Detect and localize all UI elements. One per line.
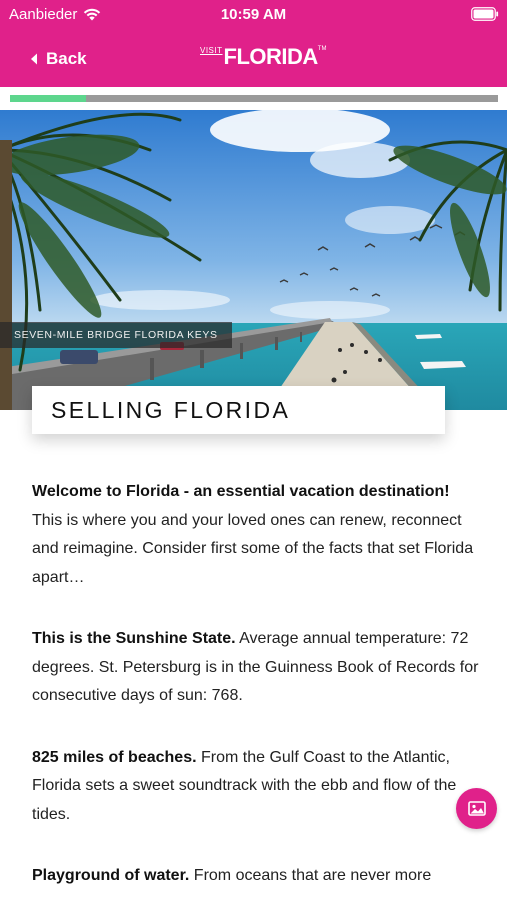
back-button[interactable]: Back xyxy=(30,49,87,69)
progress-fill xyxy=(10,95,86,102)
hero-photo xyxy=(0,110,507,410)
article-paragraph: Playground of water. From oceans that ar… xyxy=(32,862,480,891)
gallery-button[interactable] xyxy=(456,788,497,829)
paragraph-lead: This is the Sunshine State. xyxy=(32,630,236,647)
paragraph-text: From oceans that are never more xyxy=(189,867,432,884)
brand-visit: VISIT xyxy=(200,46,223,55)
brand-logo: VISIT FLORIDA TM xyxy=(200,44,326,70)
status-bar: Aanbieder 10:59 AM xyxy=(0,0,507,28)
chevron-left-icon xyxy=(31,53,37,65)
paragraph-text: This is where you and your loved ones ca… xyxy=(32,511,474,586)
article-paragraph: Welcome to Florida - an essential vacati… xyxy=(32,478,480,592)
hero-image xyxy=(0,110,507,410)
nav-bar: Back VISIT FLORIDA TM xyxy=(0,40,507,80)
paragraph-lead: Welcome to Florida - an essential vacati… xyxy=(32,483,450,500)
paragraph-lead: Playground of water. xyxy=(32,867,190,884)
brand-name: FLORIDA xyxy=(223,44,319,69)
progress-bar xyxy=(10,95,498,102)
article-paragraph: This is the Sunshine State. Average annu… xyxy=(32,625,480,711)
image-icon xyxy=(467,801,486,816)
article-body: Welcome to Florida - an essential vacati… xyxy=(32,478,480,900)
battery-icon xyxy=(471,7,499,21)
photo-caption: SEVEN-MILE BRIDGE FLORIDA KEYS xyxy=(0,322,232,348)
back-label: Back xyxy=(46,49,87,68)
app-header: Aanbieder 10:59 AM Back VISIT FLORIDA TM xyxy=(0,0,507,87)
brand-tm: TM xyxy=(317,46,327,52)
page-title: SELLING FLORIDA xyxy=(51,397,291,423)
title-card: SELLING FLORIDA xyxy=(32,386,445,434)
status-time: 10:59 AM xyxy=(220,6,287,23)
article-paragraph: 825 miles of beaches. From the Gulf Coas… xyxy=(32,744,480,830)
paragraph-lead: 825 miles of beaches. xyxy=(32,748,197,766)
